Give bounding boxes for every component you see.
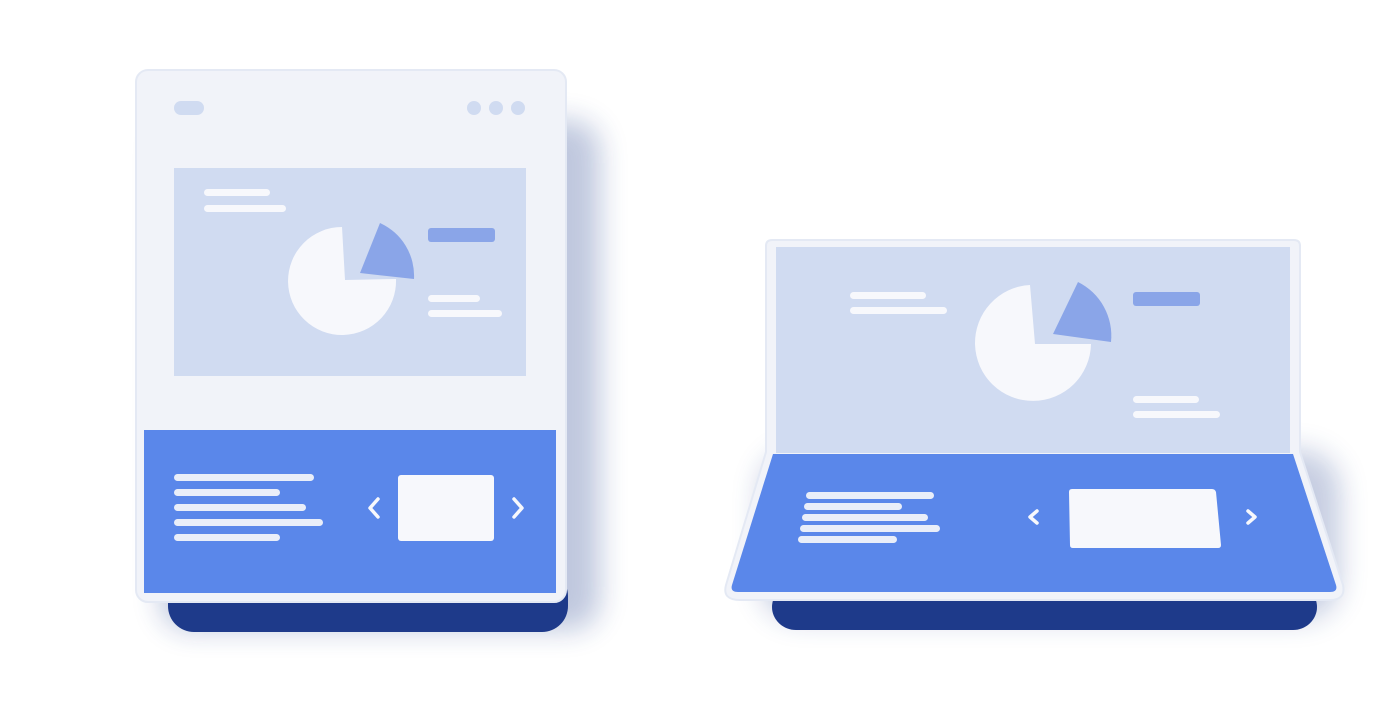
chevron-left-icon[interactable] [1022,504,1044,530]
tablet-text-line [174,504,306,511]
chevron-left-icon[interactable] [362,494,386,522]
laptop-text-line [802,514,928,521]
tablet-text-line [174,519,323,526]
tablet-text-line [174,474,314,481]
laptop-device [724,239,1345,630]
tablet-legend-line [428,310,502,317]
laptop-text-line [800,525,940,532]
tablet-topbar-pill [174,101,204,115]
laptop-legend-line [1133,396,1199,403]
laptop-text-line [798,536,897,543]
tablet-panel-line [204,189,270,196]
illustration-stage [0,0,1400,702]
tablet-bottom-section [144,430,556,593]
laptop-carousel-card[interactable] [1069,489,1221,548]
laptop-panel-line [850,307,947,314]
tablet-chart-panel [174,168,526,376]
chevron-right-icon[interactable] [1240,504,1262,530]
laptop-text-line [804,503,902,510]
tablet-device [135,69,600,632]
tablet-panel-line [204,205,286,212]
responsive-device-illustration [135,69,1345,632]
laptop-text-line [806,492,934,499]
tablet-text-line [174,534,280,541]
laptop-panel-line [850,292,926,299]
tablet-legend-line [428,295,480,302]
tablet-carousel-card[interactable] [398,475,494,541]
laptop-legend-line [1133,411,1220,418]
chevron-right-icon[interactable] [506,494,530,522]
tablet-text-line [174,489,280,496]
laptop-legend-bar [1133,292,1200,306]
tablet-legend-bar [428,228,495,242]
three-dots-icon[interactable] [467,101,525,115]
